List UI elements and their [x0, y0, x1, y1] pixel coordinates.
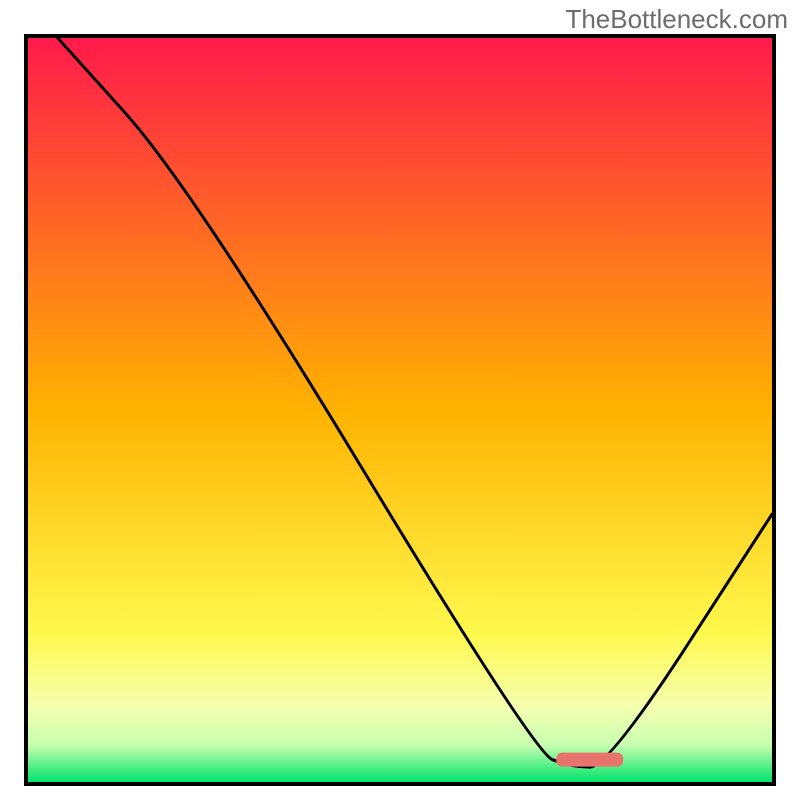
optimal-marker — [556, 753, 623, 767]
watermark-text: TheBottleneck.com — [565, 4, 788, 35]
bottleneck-chart — [0, 0, 800, 800]
plot-background — [28, 38, 772, 782]
chart-container: TheBottleneck.com — [0, 0, 800, 800]
